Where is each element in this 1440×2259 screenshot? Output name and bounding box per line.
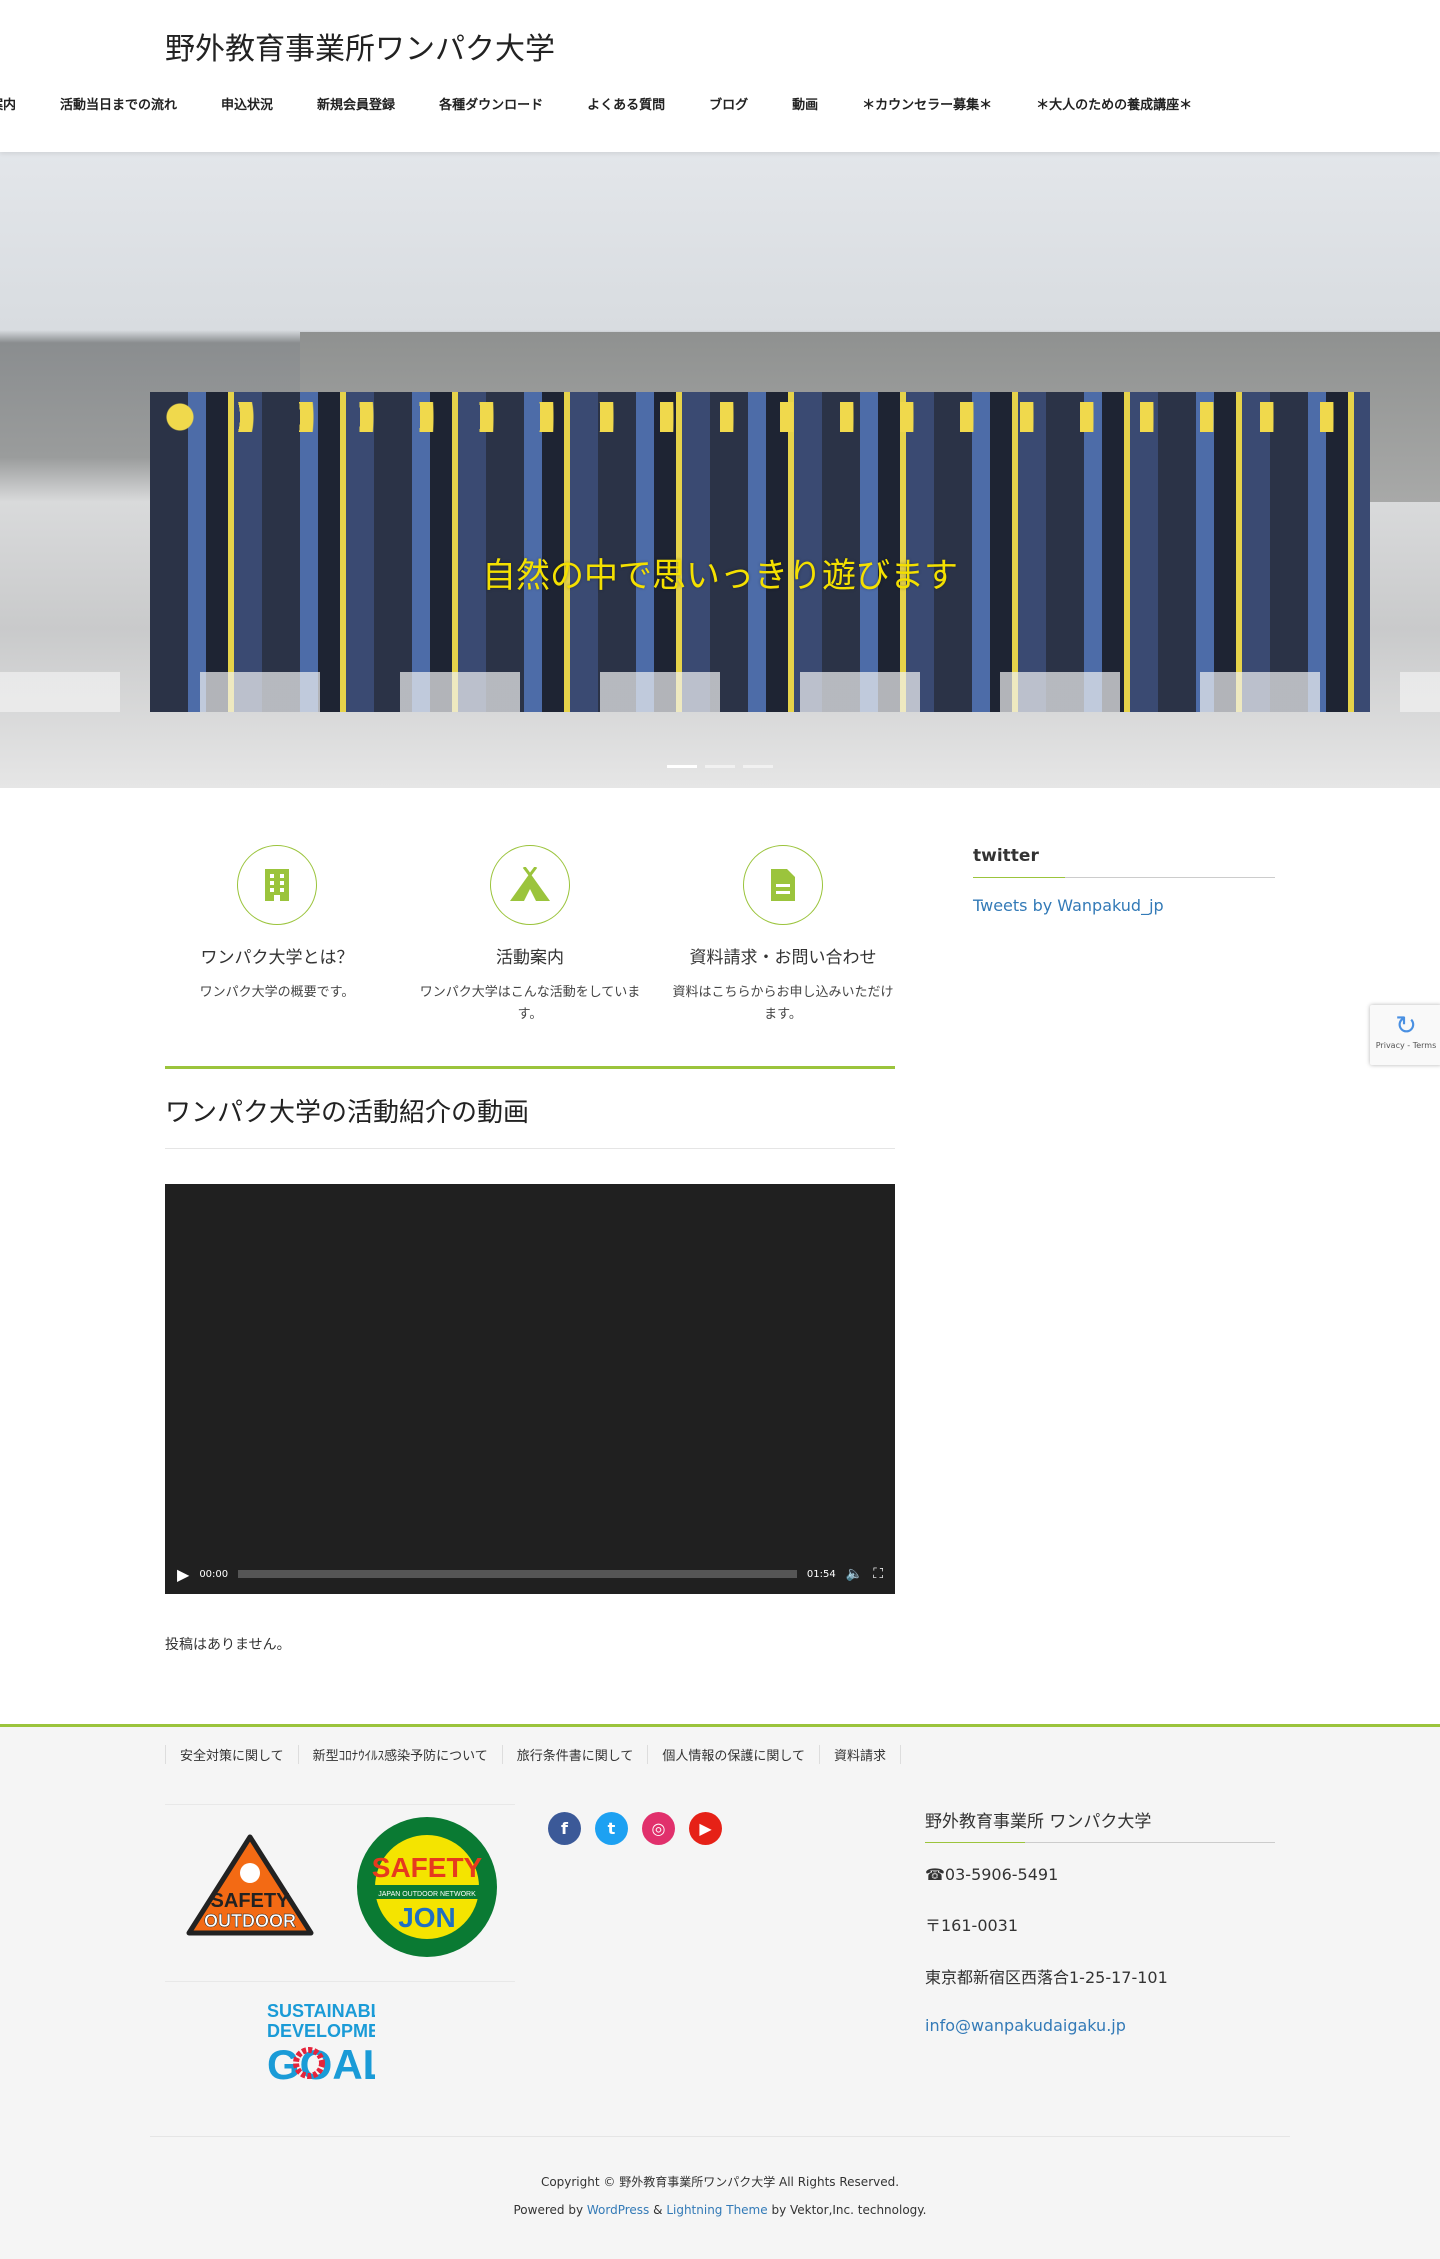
contact-heading: 野外教育事業所 ワンパク大学 bbox=[925, 1807, 1275, 1843]
powered-prefix: Powered by bbox=[513, 2203, 587, 2217]
contact-zip: 〒161-0031 bbox=[925, 1916, 1019, 1935]
nav-item[interactable]: ＊大人のための養成講座＊ bbox=[1036, 94, 1192, 113]
video-player[interactable]: ▶ 00:00 01:54 🔈 ⛶ bbox=[165, 1184, 895, 1594]
footer-nav-item[interactable]: 旅行条件書に関して bbox=[501, 1745, 648, 1764]
pr-title: 活動案内 bbox=[496, 948, 564, 968]
footer-nav-item[interactable]: 安全対策に関して bbox=[165, 1745, 298, 1764]
svg-text:JAPAN OUTDOOR NETWORK: JAPAN OUTDOOR NETWORK bbox=[378, 1891, 476, 1898]
title-underline bbox=[165, 1148, 895, 1149]
nav-item[interactable]: 活動当日までの流れ bbox=[60, 94, 177, 113]
safety-outdoor-logo: SAFETYOUTDOOR bbox=[186, 1834, 314, 1936]
nav-item[interactable]: 案内 bbox=[0, 94, 16, 113]
footer-nav-item[interactable]: 資料請求 bbox=[819, 1745, 902, 1764]
nav-item[interactable]: 動画 bbox=[792, 94, 818, 113]
footer-divider bbox=[150, 2136, 1290, 2137]
pr-text: 資料はこちらからお申し込みいただけます。 bbox=[672, 985, 894, 1022]
pr-text: ワンパク大学の概要です。 bbox=[199, 985, 355, 1000]
sidebar-heading: twitter bbox=[973, 846, 1039, 866]
sidebar-heading-underline bbox=[973, 877, 1275, 878]
nav-item[interactable]: よくある質問 bbox=[587, 94, 665, 113]
youtube-icon[interactable]: ▶ bbox=[689, 1812, 722, 1845]
jon-safety-logo: SAFETY JAPAN OUTDOOR NETWORK JON bbox=[357, 1817, 497, 1957]
site-header: 野外教育事業所ワンパク大学 案内 活動当日までの流れ 申込状況 新規会員登録 各… bbox=[0, 0, 1440, 152]
twitter-timeline-link[interactable]: Tweets by Wanpakud_jp bbox=[973, 896, 1164, 915]
recaptcha-icon: ↻ bbox=[1395, 1011, 1417, 1041]
hero-photo-crosswalk bbox=[0, 672, 1440, 712]
svg-text:SUSTAINABLE: SUSTAINABLE bbox=[267, 2001, 375, 2021]
social-links: f t ◎ ▶ bbox=[548, 1812, 722, 1845]
svg-text:SAFETY: SAFETY bbox=[372, 1852, 483, 1883]
nav-item[interactable]: ＊カウンセラー募集＊ bbox=[862, 94, 992, 113]
section-divider bbox=[165, 1066, 895, 1069]
footer-nav: 安全対策に関して 新型ｺﾛﾅｳｲﾙｽ感染予防について 旅行条件書に関して 個人情… bbox=[165, 1745, 902, 1764]
pr-title: 資料請求・お問い合わせ bbox=[689, 948, 877, 968]
contact-address: 東京都新宿区西落合1-25-17-101 bbox=[925, 1968, 1168, 1987]
pr-text: ワンパク大学はこんな活動をしています。 bbox=[419, 985, 641, 1022]
svg-text:SAFETY: SAFETY bbox=[211, 1890, 291, 1912]
volume-icon[interactable]: 🔈 bbox=[846, 1566, 863, 1582]
site-title-link[interactable]: 野外教育事業所ワンパク大学 bbox=[165, 24, 555, 68]
nav-item[interactable]: 新規会員登録 bbox=[317, 94, 395, 113]
powered-suffix: by Vektor,Inc. technology. bbox=[767, 2203, 927, 2217]
lightning-theme-link[interactable]: Lightning Theme bbox=[666, 2203, 767, 2217]
footer-nav-item[interactable]: 新型ｺﾛﾅｳｲﾙｽ感染予防について bbox=[297, 1745, 502, 1764]
facebook-icon[interactable]: f bbox=[548, 1812, 581, 1845]
tent-icon bbox=[490, 845, 570, 925]
fullscreen-icon[interactable]: ⛶ bbox=[873, 1566, 883, 1582]
video-progress-bar[interactable] bbox=[238, 1570, 797, 1578]
building-icon bbox=[237, 845, 317, 925]
svg-text:DEVELOPMENT: DEVELOPMENT bbox=[267, 2021, 375, 2041]
twitter-icon[interactable]: t bbox=[595, 1812, 628, 1845]
pr-block-activities[interactable]: 活動案内 ワンパク大学はこんな活動をしています。 bbox=[405, 845, 655, 1026]
play-icon[interactable]: ▶ bbox=[177, 1565, 189, 1584]
no-posts-message: 投稿はありません。 bbox=[165, 1637, 291, 1653]
hero-slider[interactable]: 自然の中で思いっきり遊びます bbox=[0, 152, 1440, 788]
hero-photo-caps bbox=[160, 402, 1360, 432]
wordpress-link[interactable]: WordPress bbox=[587, 2203, 649, 2217]
global-nav: 案内 活動当日までの流れ 申込状況 新規会員登録 各種ダウンロード よくある質問… bbox=[0, 94, 1236, 113]
section-title: ワンパク大学の活動紹介の動画 bbox=[165, 1098, 530, 1128]
contact-phone: ☎03-5906-5491 bbox=[925, 1865, 1059, 1884]
safety-logos: SAFETY OUTDOOR SAFETY JAPAN OUTDOOR NETWOR… bbox=[165, 1804, 515, 1982]
contact-email-link[interactable]: info@wanpakudaigaku.jp bbox=[925, 2016, 1126, 2035]
hero-caption: 自然の中で思いっきり遊びます bbox=[482, 556, 958, 596]
nav-item[interactable]: 各種ダウンロード bbox=[439, 94, 543, 113]
pr-title: ワンパク大学とは？ bbox=[200, 948, 354, 968]
svg-text:JON: JON bbox=[398, 1902, 456, 1933]
pr-block-contact[interactable]: 資料請求・お問い合わせ 資料はこちらからお申し込みいただけます。 bbox=[658, 845, 908, 1026]
nav-item[interactable]: 申込状況 bbox=[221, 94, 273, 113]
powered-amp: & bbox=[649, 2203, 667, 2217]
slider-dot[interactable] bbox=[705, 765, 735, 768]
slider-pagination bbox=[667, 765, 773, 768]
slider-dot[interactable] bbox=[743, 765, 773, 768]
footer-nav-item[interactable]: 個人情報の保護に関して bbox=[647, 1745, 819, 1764]
recaptcha-label: Privacy - Terms bbox=[1375, 1041, 1437, 1050]
current-time: 00:00 bbox=[199, 1568, 229, 1580]
nav-item[interactable]: ブログ bbox=[709, 94, 748, 113]
document-icon bbox=[743, 845, 823, 925]
powered-by: Powered by WordPress & Lightning Theme b… bbox=[0, 2196, 1440, 2224]
footer-contact: 野外教育事業所 ワンパク大学 ☎03-5906-5491 〒161-0031 東… bbox=[925, 1807, 1275, 2035]
copyright-text: Copyright © 野外教育事業所ワンパク大学 All Rights Res… bbox=[540, 2175, 900, 2189]
sdgs-logo: SUSTAINABLEDEVELOPMENTGOALS bbox=[267, 2001, 375, 2084]
slider-dot[interactable] bbox=[667, 765, 697, 768]
svg-text:OUTDOOR: OUTDOOR bbox=[204, 1911, 296, 1931]
pr-block-about[interactable]: ワンパク大学とは？ ワンパク大学の概要です。 bbox=[152, 845, 402, 1004]
copyright-area: Copyright © 野外教育事業所ワンパク大学 All Rights Res… bbox=[0, 2168, 1440, 2224]
recaptcha-badge[interactable]: ↻ Privacy - Terms bbox=[1370, 1005, 1440, 1065]
video-controls: ▶ 00:00 01:54 🔈 ⛶ bbox=[165, 1554, 895, 1594]
instagram-icon[interactable]: ◎ bbox=[642, 1812, 675, 1845]
duration: 01:54 bbox=[806, 1568, 836, 1580]
